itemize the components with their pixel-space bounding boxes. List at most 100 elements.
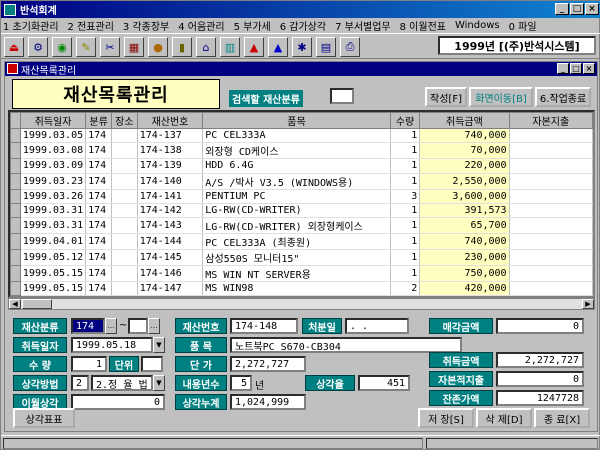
table-cell[interactable]: 174	[85, 158, 113, 174]
table-cell[interactable]: 174	[85, 128, 113, 144]
coin-icon[interactable]: ●	[148, 37, 168, 57]
life-field[interactable]: 5	[230, 375, 252, 391]
table-cell[interactable]: 2,550,000	[419, 173, 510, 190]
table-cell[interactable]: A/S /박사 V3.5 (WINDOWS용)	[202, 173, 391, 190]
unit-price-field[interactable]: 2,272,727	[230, 356, 306, 372]
table-cell[interactable]: 230,000	[419, 249, 510, 267]
maximize-icon[interactable]: □	[570, 3, 584, 15]
table-cell[interactable]: 2	[390, 281, 421, 296]
menu-file[interactable]: 0 파일	[509, 18, 537, 33]
table-cell[interactable]: 1	[390, 233, 421, 251]
table-cell[interactable]: 174-143	[137, 217, 204, 235]
child-minimize-icon[interactable]: _	[557, 63, 569, 74]
horizontal-scrollbar[interactable]: ◀ ▶	[8, 298, 595, 310]
acquire-amount-field[interactable]: 2,272,727	[496, 352, 584, 368]
save-button[interactable]: 저 장[S]	[418, 408, 474, 428]
residual-field[interactable]: 1247728	[496, 390, 584, 406]
table-cell[interactable]: 740,000	[419, 128, 510, 144]
col-acquire-amount[interactable]: 취득금액	[419, 112, 510, 129]
asset-class-to-field[interactable]	[128, 318, 148, 334]
asset-no-field[interactable]: 174-148	[230, 318, 298, 334]
menu-ledgers[interactable]: 3 각종장부	[123, 18, 169, 33]
table-cell[interactable]	[111, 158, 138, 174]
table-cell[interactable]: 174-141	[137, 189, 204, 204]
table-cell[interactable]: HDD 6.4G	[202, 158, 391, 174]
asset-class-from-field[interactable]: 174	[71, 318, 105, 334]
table-cell[interactable]: 1999.03.31	[20, 217, 87, 235]
col-place[interactable]: 장소	[111, 112, 138, 129]
table-cell[interactable]: 174	[85, 173, 113, 190]
table-cell[interactable]: 174-140	[137, 173, 204, 190]
table-cell[interactable]: 174	[85, 142, 113, 160]
table-cell[interactable]: 174	[85, 189, 113, 204]
org-icon[interactable]: ⚙	[28, 37, 48, 57]
table-cell[interactable]	[509, 173, 593, 190]
table-cell[interactable]: 174	[85, 217, 113, 235]
scroll-thumb[interactable]	[22, 299, 52, 309]
table-row[interactable]: 1999.03.08 174 174-138 외장형 CD케이스 1 70,000	[10, 142, 593, 160]
accum-dep-field[interactable]: 1,024,999	[230, 394, 306, 410]
table-cell[interactable]: 174	[85, 233, 113, 251]
table-cell[interactable]	[509, 265, 593, 283]
screen-move-button[interactable]: 화면이동[B]	[469, 87, 533, 107]
table-cell[interactable]: 외장형 CD케이스	[202, 142, 391, 160]
col-asset-no[interactable]: 재산번호	[136, 112, 204, 129]
search-input[interactable]	[330, 88, 354, 104]
table-cell[interactable]	[111, 281, 138, 296]
book-icon[interactable]: ▮	[172, 37, 192, 57]
col-acquire-date[interactable]: 취득일자	[19, 112, 87, 129]
table-cell[interactable]: 391,573	[419, 203, 510, 219]
asset-class-lookup-icon[interactable]: …	[105, 318, 117, 334]
cart-icon[interactable]: ✱	[292, 37, 312, 57]
asset-table[interactable]: 취득일자 분류 장소 재산번호 품목 수량 취득금액 자본지출 1999.03.…	[8, 110, 595, 298]
table-cell[interactable]: PC CEL333A	[202, 128, 391, 144]
close-button[interactable]: 종 료[X]	[534, 408, 590, 428]
table-cell[interactable]: 174	[85, 281, 113, 296]
table-cell[interactable]: 174-137	[137, 128, 204, 144]
item-field[interactable]: 노트북PC S670-CB304	[230, 337, 462, 353]
arrow-up-icon[interactable]: ▲	[244, 37, 264, 57]
table-cell[interactable]	[111, 173, 138, 190]
edit-icon[interactable]: ✎	[76, 37, 96, 57]
menu-carryover[interactable]: 8 이월전표	[400, 18, 446, 33]
table-cell[interactable]: 220,000	[419, 158, 510, 174]
row-indicator[interactable]	[10, 172, 21, 190]
col-item[interactable]: 품목	[202, 112, 391, 129]
tools-icon[interactable]: ✂	[100, 37, 120, 57]
table-cell[interactable]: 1999.03.23	[20, 173, 87, 190]
menu-bills[interactable]: 4 어음관리	[178, 18, 224, 33]
table-cell[interactable]: 1999.05.15	[20, 281, 87, 296]
table-cell[interactable]	[509, 189, 593, 204]
table-cell[interactable]	[509, 128, 593, 144]
table-row[interactable]: 1999.03.05 174 174-137 PC CEL333A 1 740,000	[10, 127, 593, 144]
sale-amount-field[interactable]: 0	[496, 318, 584, 334]
table-cell[interactable]: PENTIUM PC	[202, 189, 391, 204]
table-cell[interactable]: 1999.03.09	[20, 158, 87, 174]
table-cell[interactable]: 174-144	[137, 233, 204, 251]
scroll-left-icon[interactable]: ◀	[9, 299, 21, 309]
table-cell[interactable]: 174-138	[137, 142, 204, 160]
calc-icon[interactable]: ▦	[124, 37, 144, 57]
table-cell[interactable]	[509, 281, 593, 296]
table-cell[interactable]: 1	[390, 142, 421, 160]
acquire-date-dropdown-icon[interactable]: ▼	[153, 337, 165, 353]
table-cell[interactable]	[111, 217, 138, 235]
table-cell[interactable]: 1999.03.26	[20, 189, 87, 204]
form-icon[interactable]: ▤	[316, 37, 336, 57]
table-cell[interactable]	[111, 128, 138, 144]
acquire-date-field[interactable]: 1999.05.18	[71, 337, 153, 353]
table-cell[interactable]: 1999.05.12	[20, 249, 87, 267]
table-cell[interactable]	[111, 249, 138, 267]
table-cell[interactable]	[509, 203, 593, 219]
table-cell[interactable]: 1	[390, 249, 421, 267]
table-row[interactable]: 1999.03.26 174 174-141 PENTIUM PC 3 3,600,000	[10, 188, 593, 204]
capital-exp-field[interactable]: 0	[496, 371, 584, 387]
table-cell[interactable]: 740,000	[419, 233, 510, 251]
row-indicator[interactable]	[10, 281, 21, 296]
table-cell[interactable]: 750,000	[419, 265, 510, 283]
table-cell[interactable]: 174	[85, 203, 113, 219]
table-cell[interactable]	[509, 142, 593, 160]
table-cell[interactable]: 174-145	[137, 249, 204, 267]
table-cell[interactable]: PC CEL333A (최종원)	[202, 233, 391, 251]
row-indicator[interactable]	[10, 127, 21, 144]
